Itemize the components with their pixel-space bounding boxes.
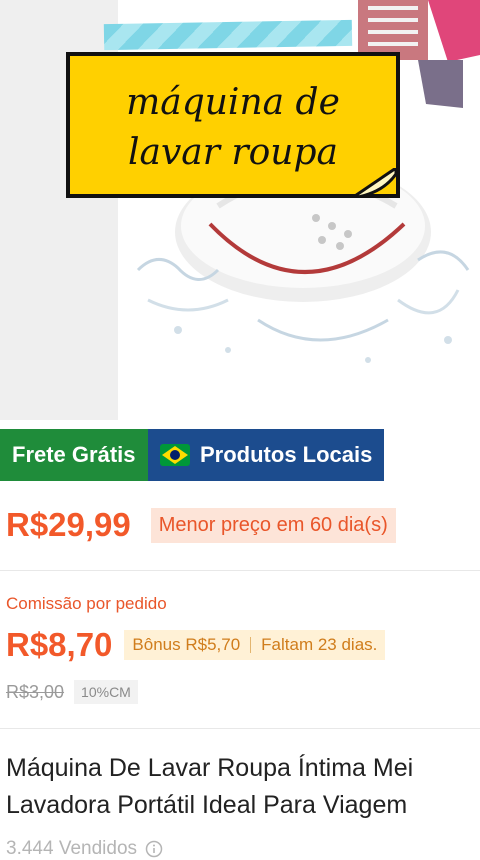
commission-rate-badge: 10%CM [74, 680, 138, 704]
divider [0, 728, 480, 729]
old-commission-row: R$3,00 10%CM [6, 680, 138, 704]
old-commission-amount: R$3,00 [6, 681, 65, 702]
sticker-text: máquina de lavar roupa [126, 82, 340, 173]
tape-decoration [103, 19, 353, 51]
product-title-line-1: Máquina De Lavar Roupa Íntima Mei [6, 754, 414, 782]
shipping-badges: Frete Grátis Produtos Locais [0, 429, 384, 481]
local-products-label: Produtos Locais [200, 442, 373, 467]
divider [0, 570, 480, 571]
commission-row: R$8,70 Bônus R$5,70 Faltam 23 dias. [6, 626, 386, 664]
bonus-separator [250, 637, 252, 653]
bonus-badge: Bônus R$5,70 Faltam 23 dias. [124, 630, 386, 660]
info-icon[interactable] [145, 840, 163, 858]
free-shipping-badge: Frete Grátis [0, 429, 148, 481]
price-row: R$29,99 Menor preço em 60 dia(s) [6, 506, 396, 544]
page-curl-decoration [352, 168, 396, 198]
product-title[interactable]: Máquina De Lavar Roupa Íntima Mei Lavado… [6, 750, 480, 824]
bonus-text: Bônus R$5,70 [132, 635, 241, 654]
remaining-days: Faltam 23 dias. [261, 635, 378, 654]
sold-count-row: 3.444 Vendidos [6, 838, 163, 860]
product-image[interactable]: máquina de lavar roupa [0, 0, 480, 420]
current-price: R$29,99 [6, 506, 131, 543]
lowest-price-badge: Menor preço em 60 dia(s) [150, 507, 396, 543]
commission-label: Comissão por pedido [6, 594, 167, 613]
free-shipping-label: Frete Grátis [12, 442, 136, 467]
commission-amount: R$8,70 [6, 626, 113, 663]
product-title-line-2: Lavadora Portátil Ideal Para Viagem [6, 791, 408, 819]
sold-count: 3.444 Vendidos [6, 838, 138, 859]
title-sticker: máquina de lavar roupa [66, 52, 400, 198]
local-products-badge: Produtos Locais [148, 429, 384, 481]
brazil-flag-icon [160, 444, 190, 466]
